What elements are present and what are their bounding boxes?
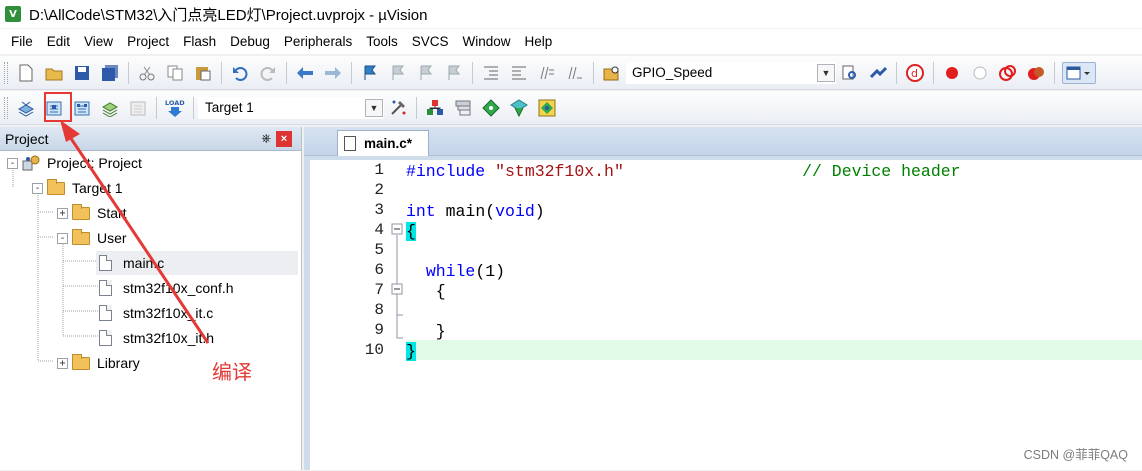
keyword-int: int (406, 202, 436, 221)
open-brace: { (435, 282, 446, 301)
include-directive: #include (406, 162, 486, 181)
annotation-arrow-line (66, 133, 210, 344)
include-path: "stm32f10x.h" (495, 162, 624, 181)
editor-tab-strip: main.c* (304, 127, 1142, 156)
annotation-label: 编译 (212, 360, 252, 384)
line-number: 7 (374, 281, 384, 299)
line-number: 1 (374, 161, 384, 179)
current-line-highlight (406, 340, 1142, 360)
keyword-void: void (495, 202, 535, 221)
watermark: CSDN @菲菲QAQ (1023, 448, 1128, 462)
line-number: 3 (374, 201, 384, 219)
code-line-10: } (406, 342, 416, 362)
code-comment: // Device header (802, 162, 961, 181)
code-line-1: #include "stm32f10x.h" // Device header (406, 162, 961, 182)
line-number: 10 (364, 341, 384, 359)
keyword-while: while (425, 262, 476, 281)
annotation-arrow-head (60, 120, 80, 142)
line-number: 9 (374, 321, 384, 339)
matched-brace: { (406, 222, 416, 241)
tab-main-c[interactable]: main.c* (337, 130, 429, 156)
function-name: main( (445, 202, 496, 221)
code-editor[interactable]: 1 2 3 4 5 6 7 8 9 10 #include "stm32f10x… (310, 160, 1142, 470)
code-line-7: { (406, 282, 446, 302)
line-number: 8 (374, 301, 384, 319)
line-number: 2 (374, 181, 384, 199)
while-condition: (1) (475, 262, 506, 281)
line-number-gutter: 1 2 3 4 5 6 7 8 9 10 (310, 160, 386, 470)
line-number: 4 (374, 221, 384, 239)
file-icon (344, 136, 356, 151)
line-number: 6 (374, 261, 384, 279)
code-line-6: while(1) (406, 262, 505, 282)
editor-area: main.c* 1 2 3 4 5 6 7 8 9 10 #include "s… (304, 127, 1142, 470)
paren-close: ) (534, 202, 545, 221)
line-number: 5 (374, 241, 384, 259)
fold-margin (391, 223, 403, 339)
close-brace: } (435, 322, 446, 341)
code-line-3: int main(void) (406, 202, 545, 222)
matched-brace: } (406, 342, 416, 361)
code-line-9: } (406, 322, 446, 342)
code-line-4: { (406, 222, 416, 242)
tab-label: main.c* (364, 136, 413, 151)
